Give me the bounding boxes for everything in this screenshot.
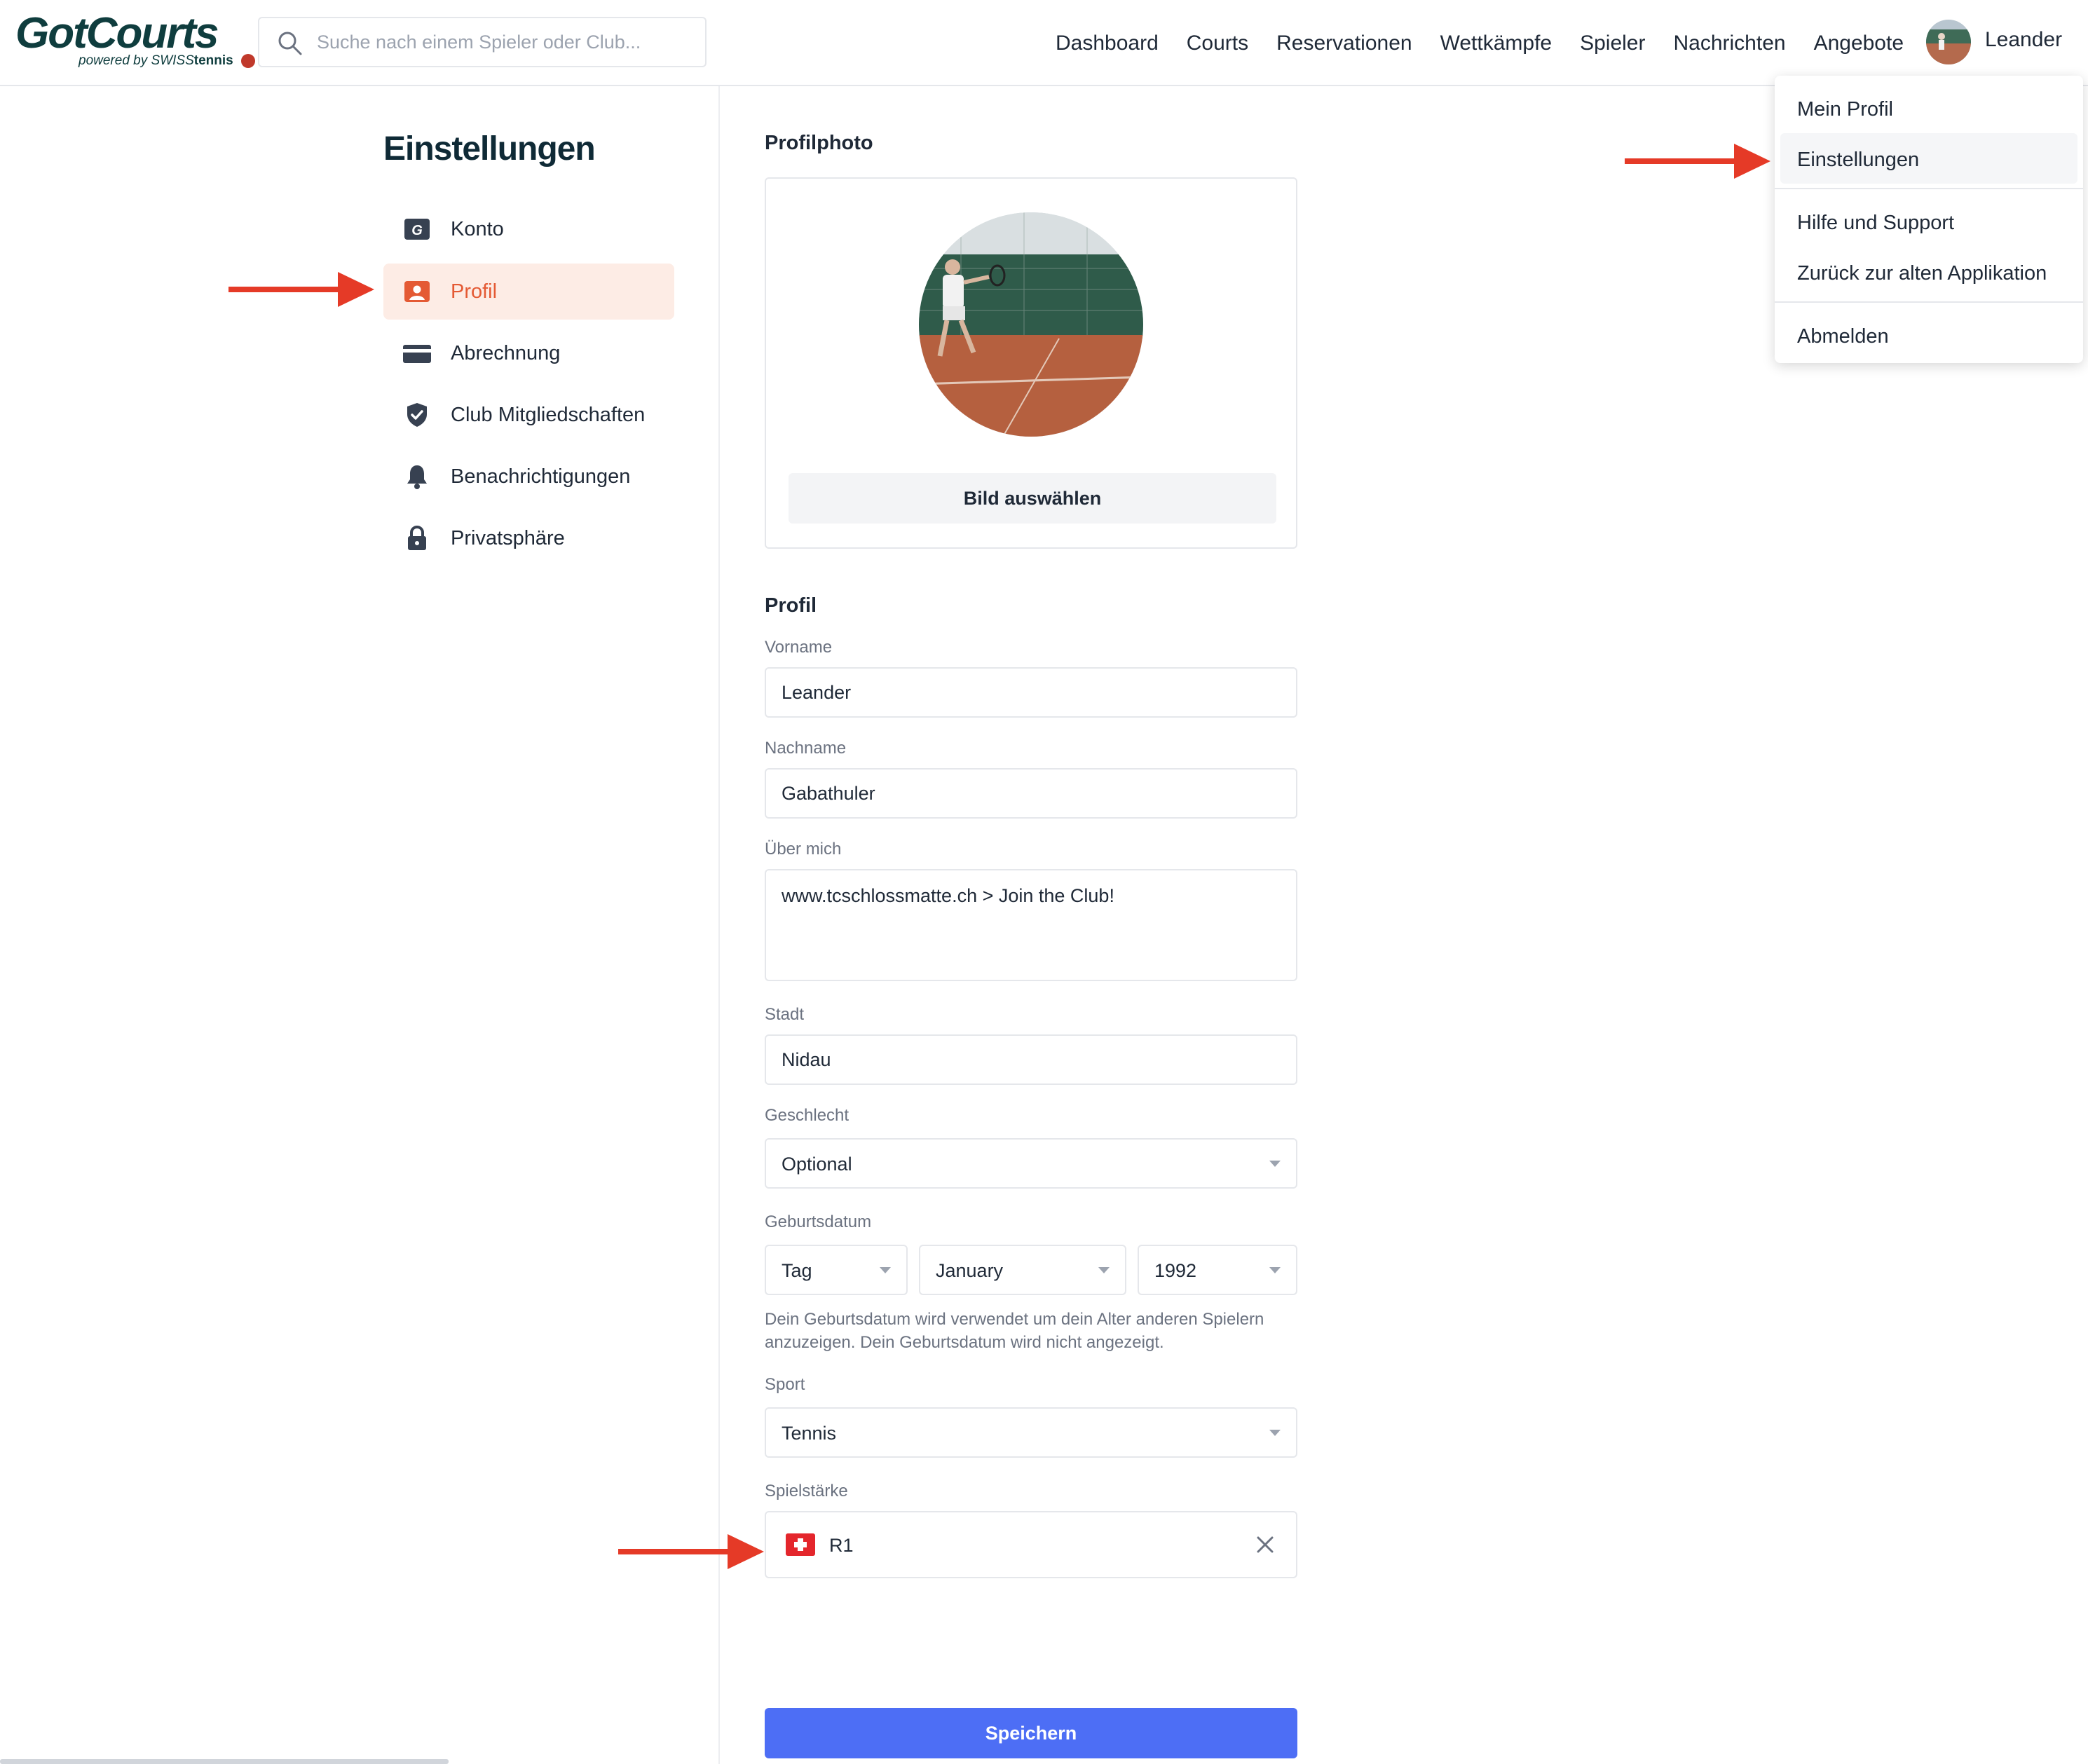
profile-photo — [919, 212, 1143, 437]
sidebar-item-label: Benachrichtigungen — [451, 465, 631, 488]
about-label: Über mich — [765, 840, 842, 859]
sidebar-item-label: Abrechnung — [451, 342, 561, 364]
birthdate-label: Geburtsdatum — [765, 1212, 872, 1231]
logo-swiss-text: SWISS — [151, 53, 194, 68]
settings-title: Einstellungen — [383, 130, 596, 167]
menu-item-label: Einstellungen — [1797, 149, 1920, 171]
nav-wettkaempfe[interactable]: Wettkämpfe — [1440, 32, 1553, 55]
last-name-field[interactable] — [765, 768, 1297, 819]
user-avatar[interactable] — [1926, 20, 1971, 64]
menu-item-label: Zurück zur alten Applikation — [1797, 262, 2047, 285]
sidebar-item-label: Konto — [451, 218, 504, 240]
menu-divider — [1775, 188, 2083, 189]
chevron-down-icon — [880, 1267, 891, 1273]
avatar-photo — [1926, 20, 1971, 64]
nav-reservationen[interactable]: Reservationen — [1276, 32, 1412, 55]
credit-card-icon — [403, 345, 431, 363]
save-button[interactable]: Speichern — [765, 1708, 1297, 1758]
sidebar-item-profil[interactable]: Profil — [383, 264, 674, 320]
choose-image-button[interactable]: Bild auswählen — [789, 473, 1276, 524]
gotcourts-logo[interactable]: GotCourts powered by SWISStennis — [15, 8, 255, 76]
swiss-flag-icon — [786, 1533, 815, 1556]
chevron-down-icon — [1269, 1430, 1281, 1436]
birth-month-select[interactable]: January — [919, 1245, 1126, 1295]
sidebar-item-privatsphaere[interactable]: Privatsphäre — [383, 510, 674, 566]
nav-nachrichten[interactable]: Nachrichten — [1673, 32, 1785, 55]
tennis-player-photo — [919, 212, 1143, 437]
sidebar-item-label: Privatsphäre — [451, 527, 565, 549]
annotation-arrow-spielstaerke — [618, 1534, 764, 1569]
about-textarea[interactable]: www.tcschlossmatte.ch > Join the Club! — [765, 869, 1297, 981]
chevron-down-icon — [1098, 1267, 1110, 1273]
first-name-label: Vorname — [765, 638, 833, 657]
nav-spieler[interactable]: Spieler — [1580, 32, 1645, 55]
logo-powered-by: powered by SWISStennis — [79, 53, 255, 69]
menu-divider — [1775, 301, 2083, 303]
chevron-down-icon — [1269, 1161, 1281, 1167]
city-field[interactable] — [765, 1034, 1297, 1085]
sidebar-item-konto[interactable]: G Konto — [383, 201, 674, 257]
sidebar-item-club-mitgliedschaften[interactable]: Club Mitgliedschaften — [383, 387, 674, 443]
sport-select[interactable]: Tennis — [765, 1407, 1297, 1458]
annotation-arrow-profil — [228, 272, 374, 307]
birth-day-value: Tag — [782, 1260, 812, 1281]
user-menu-dropdown: Mein Profil Einstellungen Hilfe und Supp… — [1775, 76, 2083, 363]
logo-wordmark: GotCourts — [15, 9, 219, 57]
user-name[interactable]: Leander — [1985, 28, 2062, 52]
search-box[interactable] — [258, 17, 707, 67]
birth-year-value: 1992 — [1154, 1260, 1197, 1281]
column-divider — [718, 86, 720, 1764]
nav-dashboard[interactable]: Dashboard — [1056, 32, 1159, 55]
level-value: R1 — [829, 1535, 854, 1556]
search-icon — [278, 32, 302, 55]
close-icon[interactable] — [1254, 1533, 1276, 1556]
annotation-arrow-einstellungen — [1625, 144, 1770, 179]
last-name-label: Nachname — [765, 739, 847, 758]
nav-angebote[interactable]: Angebote — [1814, 32, 1904, 55]
menu-item-label: Abmelden — [1797, 325, 1889, 348]
profile-card-icon — [404, 281, 430, 302]
menu-item-label: Mein Profil — [1797, 98, 1893, 121]
menu-item-alte-applikation[interactable]: Zurück zur alten Applikation — [1780, 247, 2077, 297]
gotcourts-g-icon: G — [404, 219, 430, 240]
menu-item-einstellungen[interactable]: Einstellungen — [1780, 133, 2077, 184]
bell-icon — [407, 465, 427, 489]
level-select[interactable]: R1 — [765, 1511, 1297, 1578]
profile-photo-card: Bild auswählen — [765, 177, 1297, 549]
menu-item-abmelden[interactable]: Abmelden — [1780, 310, 2077, 360]
birthdate-hint: Dein Geburtsdatum wird verwendet um dein… — [765, 1310, 1264, 1352]
sidebar-item-benachrichtigungen[interactable]: Benachrichtigungen — [383, 449, 674, 505]
swisstennis-mark-icon — [240, 53, 255, 68]
top-header: GotCourts powered by SWISStennis Dashboa… — [0, 0, 2088, 86]
gender-label: Geschlecht — [765, 1106, 849, 1125]
logo-powered-text: powered by — [79, 53, 148, 68]
sidebar-item-abrechnung[interactable]: Abrechnung — [383, 325, 674, 381]
search-input[interactable] — [315, 22, 694, 62]
first-name-field[interactable] — [765, 667, 1297, 718]
svg-text:G: G — [411, 223, 423, 238]
horizontal-scrollbar[interactable] — [0, 1759, 449, 1764]
menu-item-mein-profil[interactable]: Mein Profil — [1780, 83, 2077, 133]
chevron-down-icon — [1269, 1267, 1281, 1273]
birth-day-select[interactable]: Tag — [765, 1245, 908, 1295]
sport-label: Sport — [765, 1375, 805, 1394]
nav-courts[interactable]: Courts — [1187, 32, 1248, 55]
menu-item-label: Hilfe und Support — [1797, 212, 1955, 234]
gender-select[interactable]: Optional — [765, 1138, 1297, 1189]
menu-item-hilfe-und-support[interactable]: Hilfe und Support — [1780, 196, 2077, 247]
sidebar-item-label: Club Mitgliedschaften — [451, 404, 646, 426]
sidebar-item-label: Profil — [451, 280, 498, 303]
sport-select-value: Tennis — [782, 1423, 837, 1444]
profile-photo-title: Profilphoto — [765, 132, 873, 154]
city-label: Stadt — [765, 1005, 805, 1024]
birth-month-value: January — [936, 1260, 1004, 1281]
main-nav: Dashboard Courts Reservationen Wettkämpf… — [1056, 0, 1932, 86]
profile-section-title: Profil — [765, 594, 817, 617]
level-label: Spielstärke — [765, 1482, 848, 1500]
logo-tennis-text: tennis — [193, 53, 233, 68]
gender-select-value: Optional — [782, 1154, 852, 1175]
shield-check-icon — [407, 403, 427, 427]
lock-icon — [408, 526, 426, 550]
birth-year-select[interactable]: 1992 — [1138, 1245, 1297, 1295]
